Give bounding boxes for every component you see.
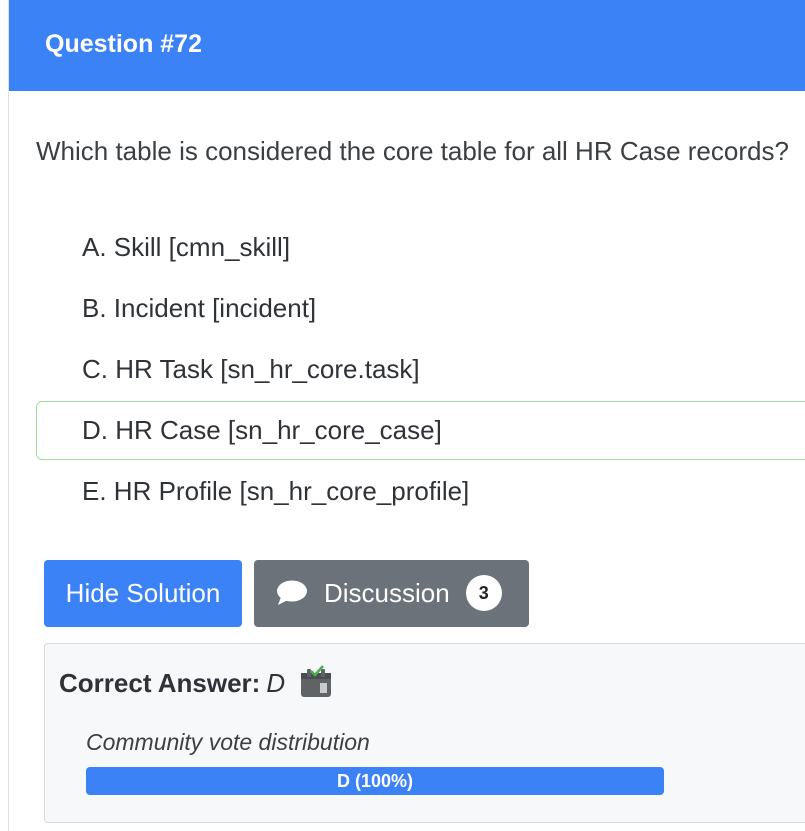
question-text: Which table is considered the core table… <box>36 136 789 166</box>
vote-progress-track: D (100%) <box>86 767 664 795</box>
correct-answer-line: Correct Answer: D <box>59 665 333 701</box>
hide-solution-label: Hide Solution <box>65 578 221 608</box>
discussion-button[interactable]: Discussion 3 <box>254 560 529 627</box>
vote-distribution-title: Community vote distribution <box>86 729 370 755</box>
choice-list: A. Skill [cmn_skill] B. Incident [incide… <box>36 218 805 523</box>
solution-panel: Correct Answer: D Community vote distribu… <box>44 643 805 823</box>
choice-c[interactable]: C. HR Task [sn_hr_core.task] <box>36 340 805 399</box>
correct-answer-value: D <box>266 668 286 698</box>
discussion-label: Discussion <box>324 578 450 608</box>
comment-bubble-icon <box>277 580 307 606</box>
choice-e[interactable]: E. HR Profile [sn_hr_core_profile] <box>36 462 805 521</box>
choice-a[interactable]: A. Skill [cmn_skill] <box>36 218 805 277</box>
choice-b[interactable]: B. Incident [incident] <box>36 279 805 338</box>
hide-solution-button[interactable]: Hide Solution <box>44 560 242 627</box>
card-header: Question #72 <box>9 0 805 91</box>
correct-answer-label: Correct Answer: <box>59 668 261 698</box>
vote-progress-bar[interactable]: D (100%) <box>86 767 664 795</box>
choice-d[interactable]: D. HR Case [sn_hr_core_case] <box>36 401 805 460</box>
discussion-count-badge: 3 <box>465 575 502 612</box>
question-title: Question #72 <box>45 30 202 58</box>
calendar-check-icon[interactable] <box>299 665 333 699</box>
